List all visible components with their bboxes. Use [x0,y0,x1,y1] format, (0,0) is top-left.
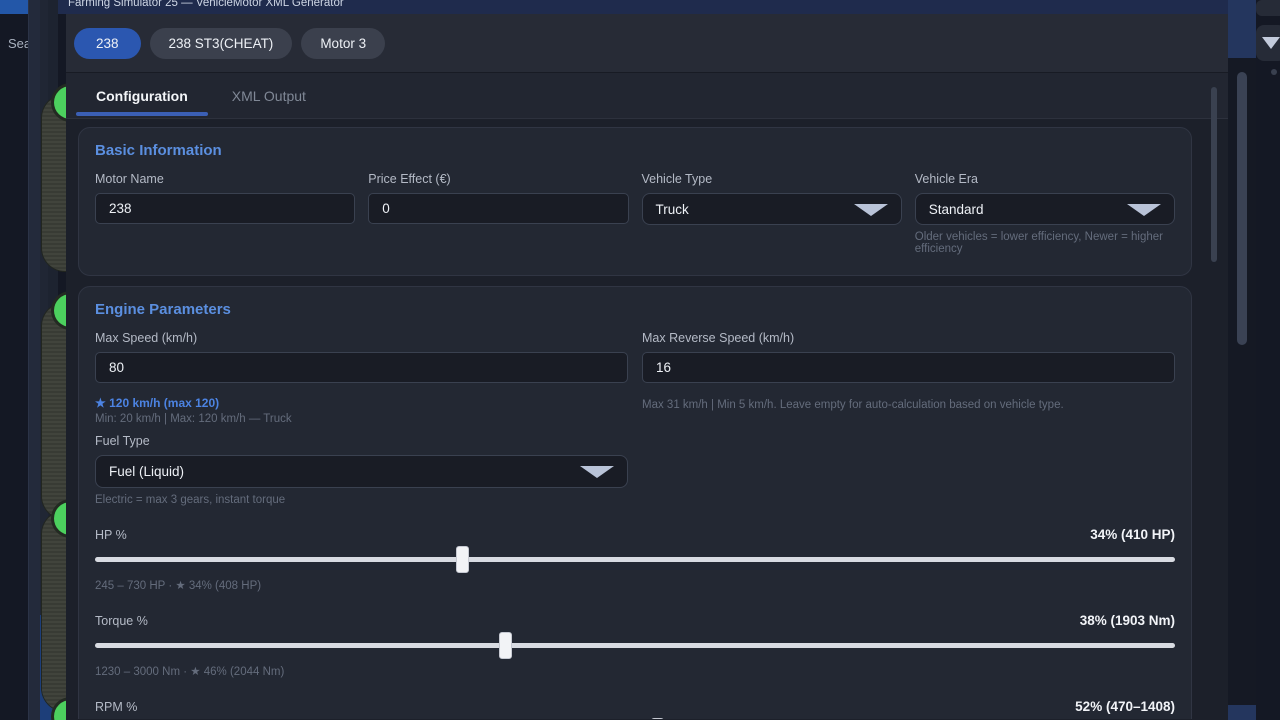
hp-slider-thumb[interactable] [456,546,469,573]
torque-slider-label: Torque % [95,614,148,628]
hp-slider-value: 34% (410 HP) [1090,527,1175,542]
hp-slider-head: HP % 34% (410 HP) [95,527,1175,542]
chevron-down-icon [1262,37,1280,49]
max-speed-label: Max Speed (km/h) [95,331,628,345]
price-effect-field-group: Price Effect (€) [368,172,628,255]
vehicle-type-select[interactable]: Truck [642,193,902,225]
speed-fields-grid: Max Speed (km/h) ★ 120 km/h (max 120) Mi… [95,331,1175,506]
max-speed-range-hint: Min: 20 km/h | Max: 120 km/h — Truck [95,413,628,425]
basic-information-panel: Basic Information Motor Name Price Effec… [78,127,1192,276]
rpm-slider-thumb[interactable] [651,718,664,719]
motor-name-field-group: Motor Name [95,172,355,255]
outer-scroll-gutter [1228,0,1256,720]
max-speed-input[interactable] [95,352,628,383]
price-effect-label: Price Effect (€) [368,172,628,186]
hp-slider-label: HP % [95,528,127,542]
backdrop-right-widget [1256,0,1280,16]
motor-name-input[interactable] [95,193,355,224]
max-speed-star-hint: ★ 120 km/h (max 120) [95,396,628,410]
configuration-content: Basic Information Motor Name Price Effec… [66,119,1228,719]
outer-scrollbar-thumb[interactable] [1237,72,1247,345]
hp-slider[interactable] [95,545,1175,573]
max-speed-column: Max Speed (km/h) ★ 120 km/h (max 120) Mi… [95,331,628,506]
chevron-down-icon [854,204,888,216]
basic-information-title: Basic Information [95,142,1175,159]
gutter-header-block [1228,0,1256,58]
rpm-slider-head: RPM % 52% (470–1408) [95,699,1175,714]
backdrop-dropdown-button[interactable] [1256,25,1280,61]
fuel-type-hint: Electric = max 3 gears, instant torque [95,494,628,506]
tab-configuration-label: Configuration [96,88,188,104]
basic-information-grid: Motor Name Price Effect (€) Vehicle Type… [95,172,1175,255]
generator-window: 238 238 ST3(CHEAT) Motor 3 Configuration… [66,14,1228,720]
tab-configuration[interactable]: Configuration [74,73,210,118]
max-reverse-speed-hint: Max 31 km/h | Min 5 km/h. Leave empty fo… [642,399,1175,411]
vehicle-era-label: Vehicle Era [915,172,1175,186]
torque-slider-track[interactable] [95,643,1175,648]
motor-name-label: Motor Name [95,172,355,186]
torque-slider-head: Torque % 38% (1903 Nm) [95,613,1175,628]
rpm-slider-label: RPM % [95,700,137,714]
window-titlebar: Farming Simulator 25 — VehicleMotor XML … [58,0,1254,14]
torque-slider[interactable] [95,631,1175,659]
window-title: Farming Simulator 25 — VehicleMotor XML … [68,0,1254,9]
engine-parameters-title: Engine Parameters [95,301,1175,318]
gutter-footer-block [1228,705,1256,720]
chevron-down-icon [1127,204,1161,216]
max-reverse-speed-column: Max Reverse Speed (km/h) Max 31 km/h | M… [642,331,1175,506]
max-reverse-speed-label: Max Reverse Speed (km/h) [642,331,1175,345]
hp-slider-track[interactable] [95,557,1175,562]
fuel-type-label: Fuel Type [95,434,628,448]
price-effect-input[interactable] [368,193,628,224]
vehicle-type-value: Truck [656,202,689,217]
motor-tab-238[interactable]: 238 [74,28,141,59]
fuel-type-value: Fuel (Liquid) [109,464,184,479]
torque-slider-block: Torque % 38% (1903 Nm) 1230 – 3000 Nm · … [95,613,1175,678]
vehicle-type-field-group: Vehicle Type Truck [642,172,902,255]
max-reverse-speed-input[interactable] [642,352,1175,383]
vehicle-era-value: Standard [929,202,984,217]
torque-slider-thumb[interactable] [499,632,512,659]
backdrop-blue-button [0,0,31,14]
motor-tab-motor-3[interactable]: Motor 3 [301,28,385,59]
vehicle-type-label: Vehicle Type [642,172,902,186]
rpm-slider[interactable] [95,717,1175,719]
motor-tab-238-st3-cheat[interactable]: 238 ST3(CHEAT) [150,28,293,59]
torque-slider-value: 38% (1903 Nm) [1080,613,1175,628]
hp-slider-hint: 245 – 730 HP · ★ 34% (408 HP) [95,578,1175,592]
motor-tabs-bar: 238 238 ST3(CHEAT) Motor 3 [66,14,1228,73]
rpm-slider-block: RPM % 52% (470–1408) 550 – 2200 RPM · ★ … [95,699,1175,719]
tab-xml-output-label: XML Output [232,88,306,104]
inner-scrollbar-thumb[interactable] [1211,87,1217,262]
fuel-type-select[interactable]: Fuel (Liquid) [95,455,628,488]
engine-parameters-panel: Engine Parameters Max Speed (km/h) ★ 120… [78,286,1192,719]
chevron-down-icon [580,466,614,478]
vehicle-era-select[interactable]: Standard [915,193,1175,225]
torque-slider-hint: 1230 – 3000 Nm · ★ 46% (2044 Nm) [95,664,1175,678]
vehicle-era-hint: Older vehicles = lower efficiency, Newer… [915,231,1175,255]
hp-slider-block: HP % 34% (410 HP) 245 – 730 HP · ★ 34% (… [95,527,1175,592]
backdrop-bullet-icon [1271,69,1277,75]
view-tabs-bar: Configuration XML Output [66,73,1228,119]
rpm-slider-value: 52% (470–1408) [1075,699,1175,714]
tab-xml-output[interactable]: XML Output [210,73,328,118]
active-tab-underline [76,112,208,116]
vehicle-era-field-group: Vehicle Era Standard Older vehicles = lo… [915,172,1175,255]
